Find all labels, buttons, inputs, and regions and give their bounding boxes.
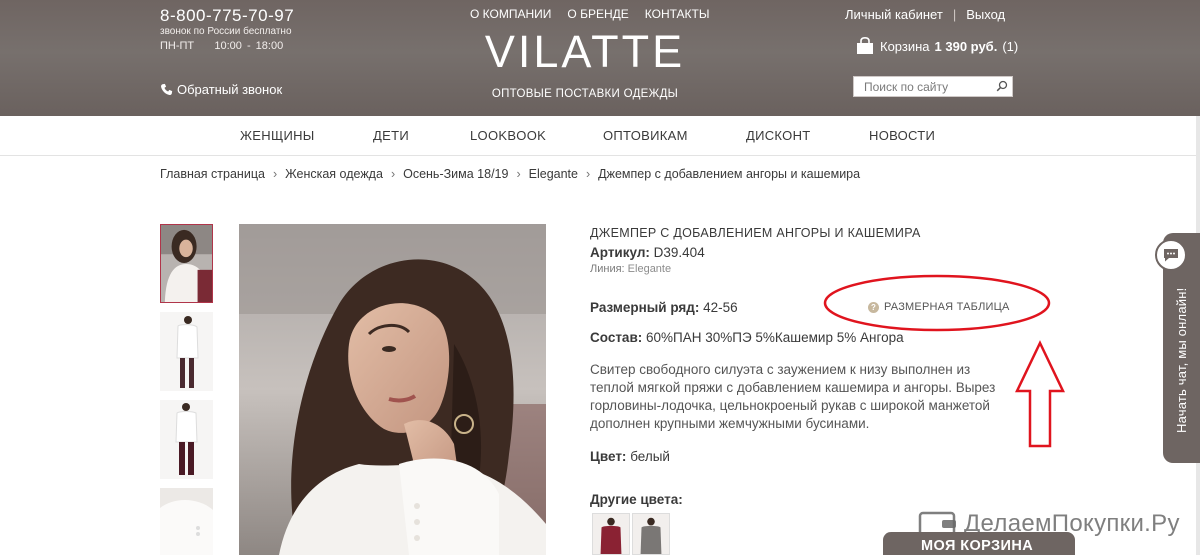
phone-icon	[161, 83, 173, 95]
shopping-bag-icon	[857, 37, 873, 54]
callback-label: Обратный звонок	[177, 82, 283, 97]
phone-number[interactable]: 8-800-775-70-97	[160, 6, 294, 26]
top-nav-about-brand[interactable]: О БРЕНДЕ	[567, 7, 628, 21]
product-thumbnail[interactable]	[160, 312, 213, 391]
product-title: ДЖЕМПЕР С ДОБАВЛЕНИЕМ АНГОРЫ И КАШЕМИРА	[590, 226, 921, 240]
size-table-link[interactable]: ? РАЗМЕРНАЯ ТАБЛИЦА	[868, 301, 1010, 313]
article-value: D39.404	[653, 245, 705, 260]
breadcrumb-line[interactable]: Elegante	[529, 167, 578, 181]
site-logo[interactable]: VILATTE	[480, 26, 690, 78]
cart-count: (1)	[1002, 38, 1019, 54]
main-nav: ЖЕНЩИНЫ ДЕТИ LOOKBOOK ОПТОВИКАМ ДИСКОНТ …	[0, 116, 1200, 156]
account-links: Личный кабинет | Выход	[845, 7, 1005, 22]
question-icon: ?	[868, 301, 879, 313]
nav-wholesale[interactable]: ОПТОВИКАМ	[603, 128, 688, 143]
site-header: 8-800-775-70-97 звонок по России бесплат…	[0, 0, 1200, 116]
breadcrumb: Главная страница › Женская одежда › Осен…	[160, 167, 860, 181]
site-tagline: ОПТОВЫЕ ПОСТАВКИ ОДЕЖДЫ	[491, 88, 679, 100]
breadcrumb-separator: ›	[585, 167, 591, 181]
personal-account-link[interactable]: Личный кабинет	[845, 7, 943, 22]
nav-discount[interactable]: ДИСКОНТ	[746, 128, 811, 143]
top-nav-about-company[interactable]: О КОМПАНИИ	[470, 7, 551, 21]
composition-label: Состав:	[590, 330, 643, 345]
color-swatch[interactable]	[592, 513, 630, 555]
callback-link[interactable]: Обратный звонок	[160, 82, 282, 97]
size-table-label: РАЗМЕРНАЯ ТАБЛИЦА	[884, 301, 1010, 313]
product-main-image[interactable]	[239, 224, 546, 555]
breadcrumb-separator: ›	[390, 167, 396, 181]
annotation-arrow	[1015, 340, 1065, 448]
nav-news[interactable]: НОВОСТИ	[869, 128, 935, 143]
size-value: 42-56	[703, 300, 738, 315]
color-value: белый	[630, 449, 670, 464]
breadcrumb-season[interactable]: Осень-Зима 18/19	[403, 167, 508, 181]
cart-label: Корзина	[880, 38, 930, 54]
phone-note: звонок по России бесплатно	[160, 26, 292, 37]
product-description: Свитер свободного силуэта с заужением к …	[590, 362, 996, 431]
search-input[interactable]	[864, 79, 994, 94]
composition-value: 60%ПАН 30%ПЭ 5%Кашемир 5% Ангора	[646, 330, 904, 345]
chat-label: Начать чат, мы онлайн!	[1174, 287, 1189, 433]
line-link[interactable]: Elegante	[628, 263, 671, 275]
breadcrumb-current: Джемпер с добавлением ангоры и кашемира	[598, 167, 861, 181]
product-article: Артикул: D39.404	[590, 245, 705, 260]
cart-amount: 1 390 руб.	[934, 38, 998, 54]
color-label: Цвет:	[590, 449, 627, 464]
account-separator: |	[952, 7, 957, 22]
top-nav: О КОМПАНИИ О БРЕНДЕ КОНТАКТЫ	[470, 7, 710, 21]
nav-kids[interactable]: ДЕТИ	[373, 128, 409, 143]
working-hours: ПН-ПТ 10:00 - 18:00	[160, 40, 284, 52]
my-cart-button[interactable]: МОЯ КОРЗИНА	[883, 532, 1075, 555]
top-nav-contacts[interactable]: КОНТАКТЫ	[645, 7, 710, 21]
breadcrumb-separator: ›	[272, 167, 278, 181]
product-thumbnail[interactable]	[160, 400, 213, 479]
breadcrumb-home[interactable]: Главная страница	[160, 167, 265, 181]
product-size-range: Размерный ряд: 42-56	[590, 300, 738, 315]
article-label: Артикул:	[590, 245, 650, 260]
other-colors-label: Другие цвета:	[590, 492, 683, 507]
logout-link[interactable]: Выход	[966, 7, 1005, 22]
product-color: Цвет: белый	[590, 449, 670, 464]
online-chat-tab[interactable]: Начать чат, мы онлайн!	[1155, 233, 1200, 463]
product-line: Линия: Elegante	[590, 263, 671, 275]
nav-lookbook[interactable]: LOOKBOOK	[470, 128, 546, 143]
color-swatch[interactable]	[632, 513, 670, 555]
breadcrumb-women[interactable]: Женская одежда	[285, 167, 383, 181]
header-cart[interactable]: Корзина 1 390 руб. (1)	[855, 37, 1018, 55]
product-composition: Состав: 60%ПАН 30%ПЭ 5%Кашемир 5% Ангора	[590, 330, 904, 345]
product-thumbnail[interactable]	[160, 224, 213, 303]
search-icon[interactable]	[996, 80, 1008, 92]
line-label: Линия:	[590, 263, 625, 275]
nav-women[interactable]: ЖЕНЩИНЫ	[240, 128, 315, 143]
site-search	[853, 76, 1013, 97]
product-thumbnail[interactable]	[160, 488, 213, 555]
size-label: Размерный ряд:	[590, 300, 700, 315]
breadcrumb-separator: ›	[516, 167, 521, 181]
